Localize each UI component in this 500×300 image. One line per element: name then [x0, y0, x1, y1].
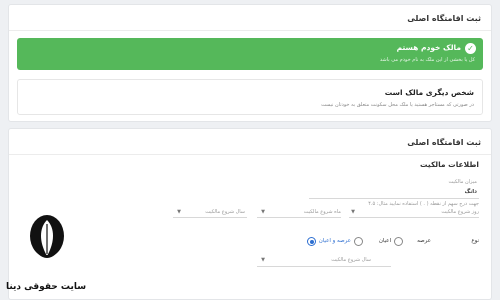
section-title: اطلاعات مالکیت — [419, 160, 479, 169]
ownership-type-label: نوع — [471, 238, 479, 244]
radio-both-button — [307, 237, 316, 246]
check-icon: ✓ — [465, 43, 476, 54]
start-year-label: سال شروع مالکیت — [205, 209, 245, 215]
radio-ayan-label: اعیان — [378, 238, 391, 244]
radio-both-label: عرصه و اعیان — [318, 238, 351, 244]
divider — [9, 154, 491, 155]
other-owner-title: شخص دیگری مالک است — [384, 88, 474, 97]
share-underline — [309, 198, 479, 199]
underline — [257, 266, 391, 267]
owner-self-option[interactable]: ✓ مالک خودم هستم کل یا بخشی از این ملک ب… — [17, 38, 483, 70]
start-day-label: روز شروع مالکیت — [441, 209, 479, 215]
underline — [257, 217, 341, 218]
chevron-down-icon: ▼ — [177, 209, 181, 215]
share-label: میزان مالکیت — [448, 179, 477, 185]
owner-self-title: مالک خودم هستم — [396, 43, 461, 52]
divider — [9, 30, 491, 31]
watermark-text: سایت حقوقی دینا — [6, 282, 87, 292]
chevron-down-icon: ▼ — [261, 209, 265, 215]
owner-selection-card: ثبت اقامتگاه اصلی ✓ مالک خودم هستم کل یا… — [8, 4, 492, 122]
owner-self-subtitle: کل یا بخشی از این ملک به نام خودم می باش… — [379, 57, 475, 63]
feather-logo-icon — [30, 215, 64, 258]
radio-arseh-label: عرصه — [417, 238, 431, 244]
underline — [349, 217, 479, 218]
underline — [173, 217, 247, 218]
other-owner-subtitle: در صورتی که مستاجر هستید یا ملک محل سکون… — [321, 102, 474, 108]
share-unit: دانگ — [464, 189, 477, 195]
start-year-2-label: سال شروع مالکیت — [331, 257, 371, 263]
chevron-down-icon: ▼ — [261, 257, 265, 263]
radio-arseh-button — [394, 237, 403, 246]
card-title: ثبت اقامتگاه اصلی — [407, 14, 481, 23]
radio-ayan-button — [354, 237, 363, 246]
other-owner-option[interactable]: شخص دیگری مالک است در صورتی که مستاجر هس… — [17, 79, 483, 115]
start-month-label: ماه شروع مالکیت — [303, 209, 341, 215]
watermark-logo: سایت حقوقی دینا — [2, 210, 94, 298]
share-hint: جهت درج سهم از نقطه ( . ) استفاده نمایید… — [368, 201, 479, 207]
card-title: ثبت اقامتگاه اصلی — [407, 138, 481, 147]
chevron-down-icon: ▼ — [351, 209, 355, 215]
